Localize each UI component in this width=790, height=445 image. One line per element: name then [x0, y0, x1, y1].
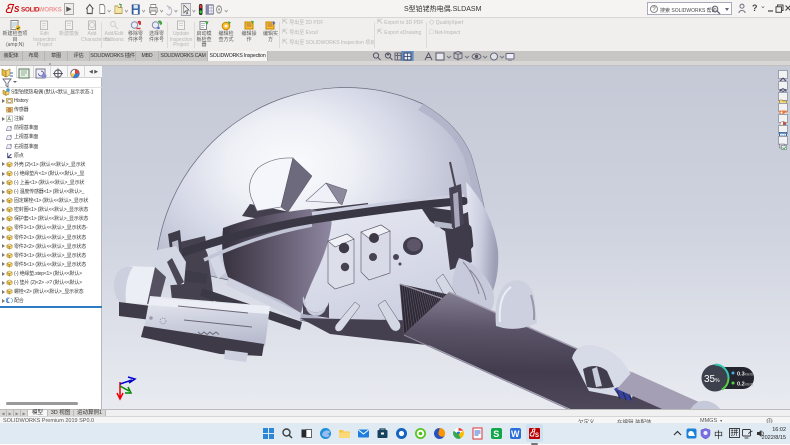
svg-text:W: W [511, 429, 520, 439]
svg-text:SOLID: SOLID [21, 6, 40, 13]
svg-text:WORKS: WORKS [39, 6, 62, 13]
svg-text:S: S [535, 433, 539, 439]
svg-text:S: S [493, 429, 499, 439]
svg-text:S: S [14, 5, 20, 14]
